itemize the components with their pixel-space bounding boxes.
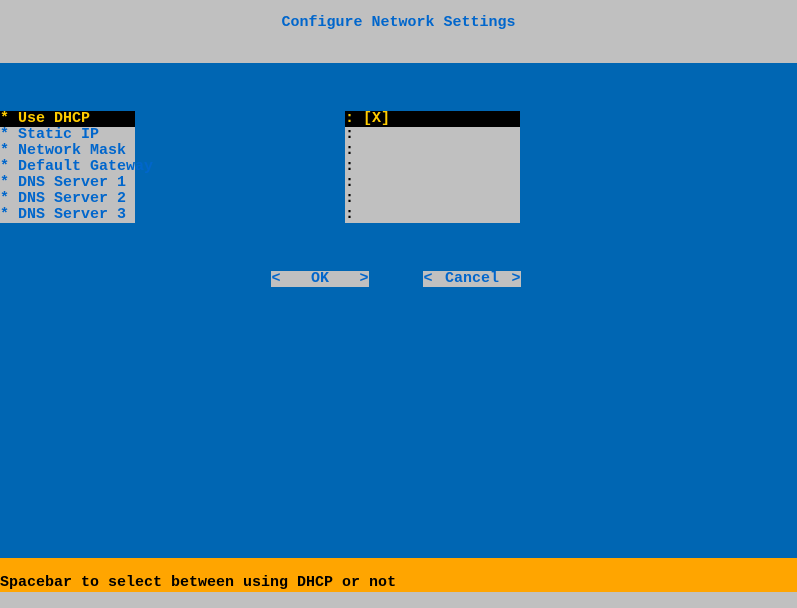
options-list: * Use DHCP * Static IP * Network Mask * … [0, 111, 135, 223]
value-dns-server-2[interactable]: : [345, 191, 520, 207]
ok-button[interactable]: < OK > [271, 271, 369, 287]
option-marker: * [0, 206, 18, 223]
option-marker: * [0, 174, 18, 191]
value-dns-server-3[interactable]: : [345, 207, 520, 223]
option-use-dhcp[interactable]: * Use DHCP [0, 111, 135, 127]
value-default-gateway[interactable]: : [345, 159, 520, 175]
option-marker: * [0, 126, 18, 143]
option-label: Use DHCP [18, 110, 90, 127]
cancel-button[interactable]: < Cancel > [423, 271, 521, 287]
option-label: DNS Server 2 [18, 190, 126, 207]
option-network-mask[interactable]: * Network Mask [0, 143, 135, 159]
option-marker: * [0, 142, 18, 159]
value-static-ip[interactable]: : [345, 127, 520, 143]
ok-button-label: OK [281, 271, 359, 287]
chevron-right-icon: > [359, 271, 369, 287]
value-network-mask[interactable]: : [345, 143, 520, 159]
chevron-left-icon: < [271, 271, 281, 287]
option-dns-server-1[interactable]: * DNS Server 1 [0, 175, 135, 191]
option-label: DNS Server 3 [18, 206, 126, 223]
option-label: Static IP [18, 126, 99, 143]
option-marker: * [0, 110, 18, 127]
main-panel: * Use DHCP * Static IP * Network Mask * … [0, 63, 797, 558]
status-bar: Spacebar to select between using DHCP or… [0, 558, 797, 592]
option-marker: * [0, 158, 18, 175]
option-dns-server-3[interactable]: * DNS Server 3 [0, 207, 135, 223]
value-dns-server-1[interactable]: : [345, 175, 520, 191]
value-use-dhcp[interactable]: : [X] [345, 111, 520, 127]
values-list: : [X] : : : : : : [345, 111, 520, 223]
option-label: Network Mask [18, 142, 126, 159]
option-dns-server-2[interactable]: * DNS Server 2 [0, 191, 135, 207]
page-title: Configure Network Settings [0, 0, 797, 63]
option-static-ip[interactable]: * Static IP [0, 127, 135, 143]
option-label: DNS Server 1 [18, 174, 126, 191]
cancel-button-label: Cancel [433, 271, 511, 287]
chevron-left-icon: < [423, 271, 433, 287]
option-default-gateway[interactable]: * Default Gateway [0, 159, 135, 175]
option-label: Default Gateway [18, 158, 153, 175]
chevron-right-icon: > [511, 271, 521, 287]
option-marker: * [0, 190, 18, 207]
